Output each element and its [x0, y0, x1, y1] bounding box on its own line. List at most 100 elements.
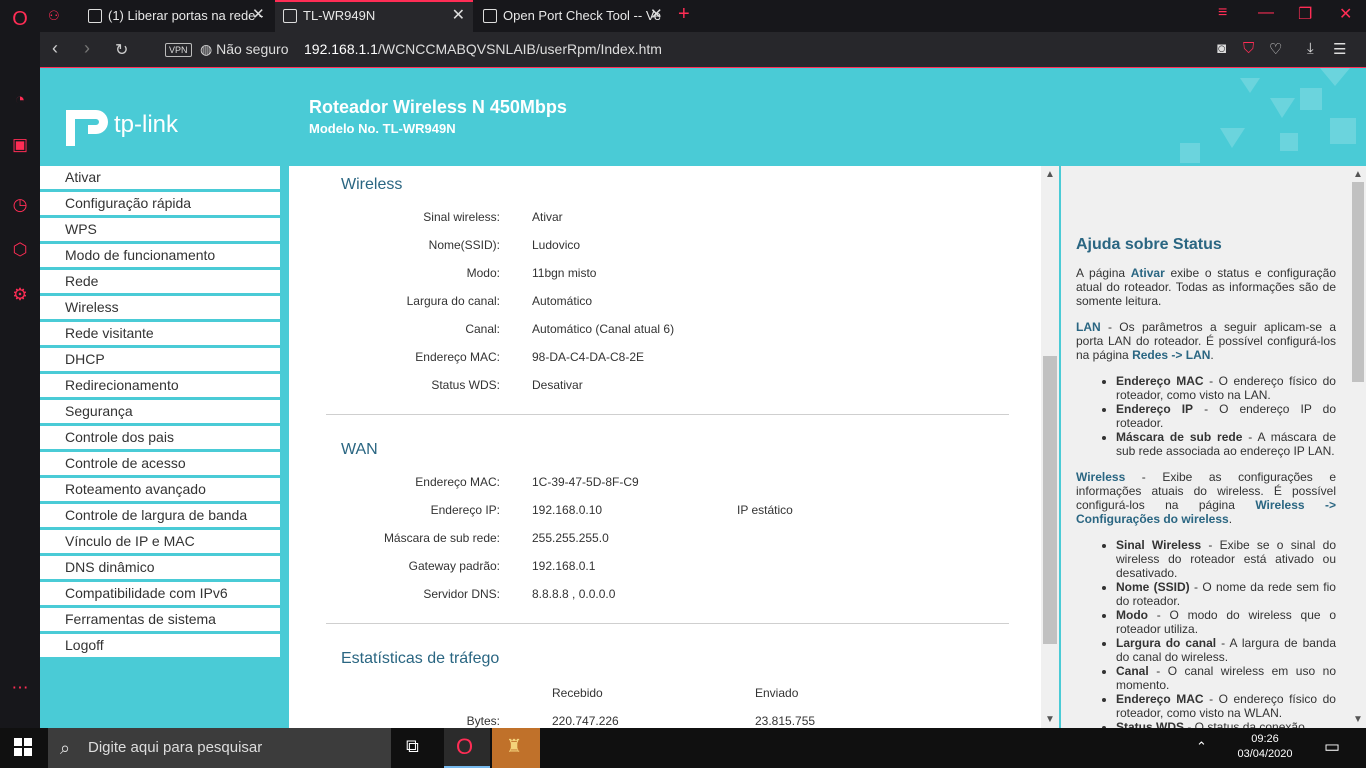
menu-item-controle-pais[interactable]: Controle dos pais	[40, 426, 280, 449]
content-scrollbar[interactable]: ▲ ▼	[1041, 166, 1059, 728]
close-tab-icon[interactable]: ✕	[452, 2, 465, 30]
bookmark-heart-icon[interactable]: ♡	[1269, 40, 1282, 58]
tab-title: (1) Liberar portas na rede -	[108, 8, 264, 23]
tab-menu-icon[interactable]: ≡	[1218, 4, 1227, 22]
section-divider	[326, 623, 1009, 624]
easy-setup-icon[interactable]: ☰	[1333, 40, 1346, 58]
minimize-icon[interactable]: —	[1258, 4, 1274, 22]
taskbar: ⌕ Digite aqui para pesquisar ⧉ O ♜ ⌃ 09:…	[0, 728, 1366, 768]
connection-type: IP estático	[737, 503, 793, 517]
scroll-up-icon[interactable]: ▲	[1045, 169, 1055, 180]
help-link[interactable]: Redes -> LAN	[1132, 348, 1210, 362]
tab-title: Open Port Check Tool -- Ve	[503, 8, 662, 23]
menu-item-roteamento-avancado[interactable]: Roteamento avançado	[40, 478, 280, 501]
page-favicon-icon	[483, 9, 497, 23]
reload-icon[interactable]: ↻	[115, 40, 128, 60]
opera-logo-icon[interactable]: O	[9, 8, 31, 30]
column-header-sent: Enviado	[755, 686, 799, 700]
scroll-down-icon[interactable]: ▼	[1353, 714, 1363, 725]
menu-item-rede[interactable]: Rede	[40, 270, 280, 293]
clock[interactable]: 09:26 03/04/2020	[1230, 732, 1300, 762]
history-icon[interactable]: ◷	[9, 194, 31, 216]
snapshot-icon[interactable]: ◙	[1217, 40, 1226, 57]
league-taskbar-button[interactable]: ♜	[492, 728, 540, 768]
menu-item-wps[interactable]: WPS	[40, 218, 280, 241]
close-tab-icon[interactable]: ✕	[650, 5, 663, 23]
opera-taskbar-button[interactable]: O	[444, 728, 490, 768]
help-term: Sinal Wireless	[1116, 538, 1202, 552]
close-window-icon[interactable]: ✕	[1339, 4, 1352, 24]
list-item: Máscara de sub rede - A máscara de sub r…	[1116, 430, 1336, 458]
menu-item-configuracao-rapida[interactable]: Configuração rápida	[40, 192, 280, 215]
menu-item-ativar[interactable]: Ativar	[40, 166, 280, 189]
download-icon[interactable]: ⤓	[1307, 40, 1314, 57]
field-label: Bytes:	[466, 714, 500, 728]
help-term: Nome (SSID)	[1116, 580, 1190, 594]
scroll-up-icon[interactable]: ▲	[1353, 169, 1363, 180]
scrollbar-thumb[interactable]	[1043, 356, 1057, 644]
scroll-down-icon[interactable]: ▼	[1045, 714, 1055, 725]
menu-item-modo-funcionamento[interactable]: Modo de funcionamento	[40, 244, 280, 267]
back-icon[interactable]: ‹	[52, 38, 58, 59]
help-term: Máscara de sub rede	[1116, 430, 1243, 444]
windows-start-icon[interactable]	[14, 738, 32, 761]
help-paragraph: Wireless - Exibe as configurações e info…	[1076, 470, 1336, 526]
help-panel: Ajuda sobre Status A página Ativar exibe…	[1061, 166, 1350, 728]
field-label: Modo:	[466, 266, 500, 280]
menu-item-vinculo-ip-mac[interactable]: Vínculo de IP e MAC	[40, 530, 280, 553]
menu-item-seguranca[interactable]: Segurança	[40, 400, 280, 423]
menu-item-redirecionamento[interactable]: Redirecionamento	[40, 374, 280, 397]
task-view-icon[interactable]: ⧉	[406, 736, 419, 757]
new-tab-icon[interactable]: +	[678, 3, 690, 26]
help-text: A página	[1076, 266, 1131, 280]
tab-router[interactable]: TL-WR949N ✕	[275, 0, 473, 32]
url-path: /WCNCCMABQVSNLAIB/userRpm/Index.htm	[377, 41, 662, 57]
menu-item-dns-dinamico[interactable]: DNS dinâmico	[40, 556, 280, 579]
field-value: Automático	[532, 294, 593, 308]
search-icon: ⌕	[60, 738, 71, 758]
notifications-icon[interactable]: ▭	[1324, 737, 1340, 757]
show-hidden-icons-icon[interactable]: ⌃	[1196, 739, 1207, 755]
settings-icon[interactable]: ⚙	[9, 284, 31, 306]
restore-icon[interactable]: ❐	[1298, 4, 1312, 24]
menu-item-ferramentas-sistema[interactable]: Ferramentas de sistema	[40, 608, 280, 631]
menu-item-controle-acesso[interactable]: Controle de acesso	[40, 452, 280, 475]
taskbar-search[interactable]: ⌕ Digite aqui para pesquisar	[48, 728, 391, 768]
field-label: Máscara de sub rede:	[383, 531, 500, 545]
help-paragraph: A página Ativar exibe o status e configu…	[1076, 266, 1336, 308]
gx-corner-icon[interactable]: ⚇	[48, 2, 70, 32]
more-icon[interactable]: ⋯	[9, 677, 31, 699]
scrollbar-thumb[interactable]	[1352, 182, 1364, 382]
help-text: - O canal wireless em uso no momento.	[1116, 664, 1336, 692]
menu-item-controle-largura-banda[interactable]: Controle de largura de banda	[40, 504, 280, 527]
forward-icon[interactable]: ›	[84, 38, 90, 59]
url-field[interactable]: 192.168.1.1/WCNCCMABQVSNLAIB/userRpm/Ind…	[304, 41, 662, 57]
adblock-shield-icon[interactable]: ⛉	[1243, 40, 1254, 57]
menu-item-rede-visitante[interactable]: Rede visitante	[40, 322, 280, 345]
help-link[interactable]: LAN	[1076, 320, 1101, 334]
speed-dial-icon[interactable]: ◔	[9, 89, 31, 111]
tab-open-port-check[interactable]: Open Port Check Tool -- Ve	[475, 2, 675, 32]
close-tab-icon[interactable]: ✕	[252, 5, 265, 23]
tab-liberar-portas[interactable]: (1) Liberar portas na rede -	[80, 2, 273, 32]
help-link[interactable]: Ativar	[1131, 266, 1165, 280]
help-scrollbar[interactable]: ▲ ▼	[1350, 166, 1366, 728]
header-pattern-icon	[1180, 68, 1356, 163]
menu-item-ipv6[interactable]: Compatibilidade com IPv6	[40, 582, 280, 605]
security-indicator[interactable]: ◍ Não seguro	[200, 41, 289, 58]
twitch-icon[interactable]: ▣	[9, 134, 31, 156]
vpn-badge[interactable]: VPN	[165, 43, 192, 57]
menu-item-wireless[interactable]: Wireless	[40, 296, 280, 319]
main-menu: Ativar Configuração rápida WPS Modo de f…	[40, 166, 280, 660]
product-title: Roteador Wireless N 450Mbps	[309, 97, 567, 117]
list-item: Sinal Wireless - Exibe se o sinal do wir…	[1116, 538, 1336, 580]
list-item: Status WDS - O status da conexão	[1116, 720, 1336, 728]
help-link[interactable]: Wireless	[1076, 470, 1125, 484]
extensions-icon[interactable]: ⬡	[9, 239, 31, 261]
bytes-received: 220.747.226	[552, 714, 619, 728]
menu-item-logoff[interactable]: Logoff	[40, 634, 280, 657]
page-favicon-icon	[283, 9, 297, 23]
globe-icon: ◍	[200, 41, 213, 57]
field-value: 192.168.0.10	[532, 503, 603, 517]
menu-item-dhcp[interactable]: DHCP	[40, 348, 280, 371]
